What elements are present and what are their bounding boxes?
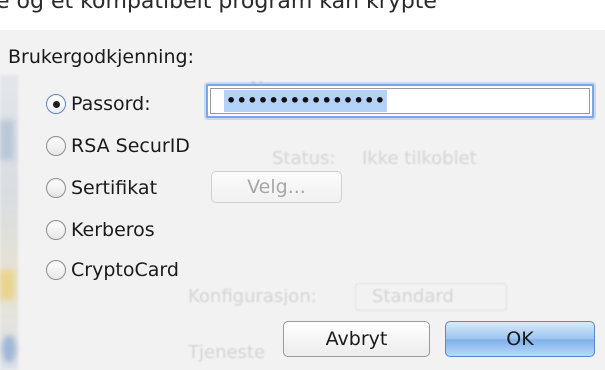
radio-cryptocard[interactable]: CryptoCard	[46, 255, 179, 285]
radio-button[interactable]	[46, 260, 66, 280]
cancel-button[interactable]: Avbryt	[283, 321, 430, 357]
password-selected-text: •••••••••••••••	[224, 90, 388, 112]
auth-section-label: Brukergodkjenning:	[8, 46, 194, 68]
choose-certificate-button[interactable]: Velg...	[211, 171, 342, 203]
radio-label: Passord:	[71, 93, 151, 115]
background-document-fragment: e og et kompatibelt program kan krypte	[0, 0, 437, 14]
radio-password[interactable]: Passord:	[46, 89, 151, 119]
background-document-text: e og et kompatibelt program kan krypte	[0, 0, 605, 30]
background-icon	[0, 120, 14, 160]
background-tunnel-label: Tjeneste	[188, 342, 266, 363]
background-icon	[0, 270, 14, 300]
radio-kerberos[interactable]: Kerberos	[46, 215, 155, 245]
background-icon	[2, 335, 16, 363]
ok-button[interactable]: OK	[445, 321, 595, 357]
radio-rsa-securid[interactable]: RSA SecurID	[46, 131, 190, 161]
radio-label: Sertifikat	[71, 177, 158, 199]
radio-certificate[interactable]: Sertifikat	[46, 173, 157, 203]
radio-button[interactable]	[46, 136, 66, 156]
dialog-screenshot: e og et kompatibelt program kan krypte N…	[0, 0, 605, 370]
background-status-value: Ikke tilkoblet	[362, 148, 477, 169]
radio-button[interactable]	[46, 220, 66, 240]
password-input[interactable]: •••••••••••••••	[206, 84, 594, 118]
radio-label: CryptoCard	[71, 259, 179, 281]
radio-button-selected[interactable]	[46, 94, 66, 114]
background-config-value: Standard	[372, 286, 454, 307]
radio-label: Kerberos	[71, 219, 155, 241]
radio-button[interactable]	[46, 178, 66, 198]
background-config-label: Konfigurasjon:	[188, 286, 317, 307]
radio-label: RSA SecurID	[71, 135, 190, 157]
background-status-label: Status:	[272, 148, 336, 169]
